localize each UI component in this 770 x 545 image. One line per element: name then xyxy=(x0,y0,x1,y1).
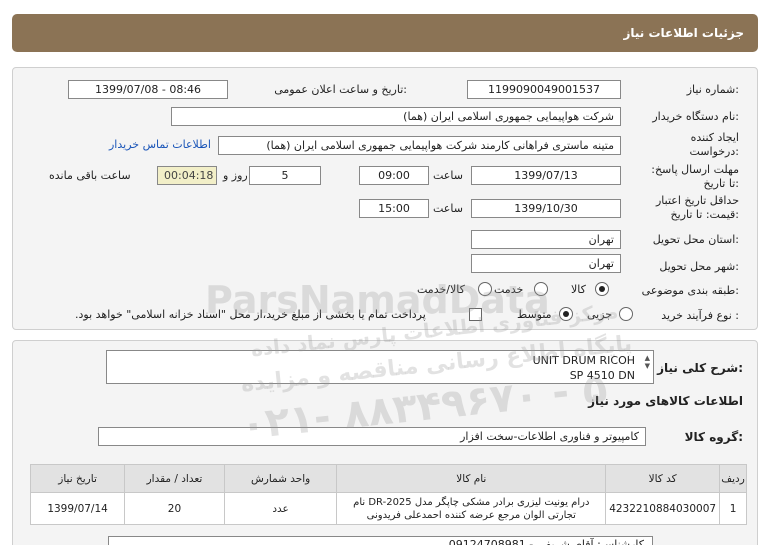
days-remaining-field: 5 xyxy=(249,166,321,185)
validity-time-field[interactable]: 15:00 xyxy=(359,199,429,218)
category-radio-goods[interactable] xyxy=(595,282,609,296)
deadline-time-field[interactable]: 09:00 xyxy=(359,166,429,185)
city-field[interactable]: تهران xyxy=(471,254,621,273)
general-desc-label: شرح کلی نیاز: xyxy=(657,361,743,375)
deadline-time-label: ساعت xyxy=(433,169,463,182)
need-number-field[interactable]: 1199090049001537 xyxy=(467,80,621,99)
process-option-minor: جزیی xyxy=(587,308,613,321)
creator-field[interactable]: متینه ماستری فراهانی کارمند شرکت هواپیما… xyxy=(218,136,621,155)
table-row[interactable]: 1 4232210884030007 درام یونیت لیزری براد… xyxy=(29,492,747,525)
process-radio-medium[interactable] xyxy=(559,307,573,321)
goods-table: ردیف کد کالا نام کالا واحد شمارش تعداد /… xyxy=(29,464,747,525)
item-qty: 20 xyxy=(124,492,225,525)
validity-date-field[interactable]: 1399/10/30 xyxy=(471,199,621,218)
validity-label: حداقل تاریخ اعتبار قیمت: تا تاریخ: xyxy=(655,194,739,221)
goods-group-label: گروه کالا: xyxy=(684,430,743,444)
validity-time-label: ساعت xyxy=(433,202,463,215)
col-row-header: ردیف xyxy=(719,464,747,493)
category-radio-service[interactable] xyxy=(534,282,548,296)
process-radio-minor[interactable] xyxy=(619,307,633,321)
buyer-contact-link[interactable]: اطلاعات تماس خریدار xyxy=(109,138,211,151)
treasury-checkbox[interactable] xyxy=(469,308,482,321)
deadline-date-field[interactable]: 1399/07/13 xyxy=(471,166,621,185)
category-option-service: خدمت xyxy=(494,283,524,296)
remaining-label: ساعت باقی مانده xyxy=(49,169,131,182)
goods-table-header: ردیف کد کالا نام کالا واحد شمارش تعداد /… xyxy=(29,464,747,493)
city-label: شهر محل تحویل: xyxy=(659,260,739,273)
category-option-goods-service: کالا/خدمت xyxy=(417,283,465,296)
process-label: نوع فرآیند خرید : xyxy=(661,309,739,322)
buyer-label: نام دستگاه خریدار: xyxy=(652,110,739,123)
province-field[interactable]: تهران xyxy=(471,230,621,249)
page-title: جزئیات اطلاعات نیاز xyxy=(623,26,744,40)
province-label: استان محل تحویل: xyxy=(652,233,739,246)
row-number: 1 xyxy=(719,492,747,525)
general-desc-text: UNIT DRUM RICOH SP 4510 DN xyxy=(532,354,635,382)
announce-field[interactable]: 1399/07/08 - 08:46 xyxy=(68,80,228,99)
buyer-field[interactable]: شرکت هواپیمایی جمهوری اسلامی ایران (هما) xyxy=(171,107,621,126)
days-label: روز و xyxy=(223,169,248,182)
general-desc-field[interactable]: UNIT DRUM RICOH SP 4510 DN ▲ ▼ xyxy=(106,350,654,384)
buyer-notes-field[interactable]: کارشناس: آقای شریفی - 09124708981 xyxy=(108,536,653,545)
page-header: جزئیات اطلاعات نیاز xyxy=(12,14,758,52)
need-number-label: شماره نیاز: xyxy=(686,83,739,96)
col-date-header: تاریخ نیاز xyxy=(29,464,126,493)
need-info-panel: شماره نیاز: 1199090049001537 تاریخ و ساع… xyxy=(12,67,758,330)
goods-group-field[interactable]: کامپیوتر و فناوری اطلاعات-سخت افزار xyxy=(98,427,646,446)
item-unit: عدد xyxy=(223,492,338,525)
item-name: درام یونیت لیزری برادر مشکی چاپگر مدل DR… xyxy=(336,492,607,525)
announce-label: تاریخ و ساعت اعلان عمومی: xyxy=(274,83,407,96)
goods-info-title: اطلاعات کالاهای مورد نیاز xyxy=(588,394,743,408)
process-option-medium: متوسط xyxy=(517,308,552,321)
scroll-arrows-icon[interactable]: ▲ ▼ xyxy=(645,354,650,370)
item-code: 4232210884030007 xyxy=(605,492,721,525)
category-label: طبقه بندی موضوعی: xyxy=(641,284,739,297)
category-radio-goods-service[interactable] xyxy=(478,282,492,296)
col-code-header: کد کالا xyxy=(605,464,721,493)
col-unit-header: واحد شمارش xyxy=(223,464,338,493)
item-date: 1399/07/14 xyxy=(29,492,126,525)
category-option-goods: کالا xyxy=(571,283,586,296)
need-detail-panel: شرح کلی نیاز: UNIT DRUM RICOH SP 4510 DN… xyxy=(12,340,758,545)
treasury-note: پرداخت تمام یا بخشی از مبلغ خرید،از محل … xyxy=(75,308,426,321)
col-name-header: نام کالا xyxy=(336,464,607,493)
deadline-label: مهلت ارسال پاسخ: تا تاریخ: xyxy=(651,163,739,190)
remaining-time-field: 00:04:18 xyxy=(157,166,217,185)
creator-label: ایجاد کننده درخواست: xyxy=(689,131,740,158)
col-qty-header: تعداد / مقدار xyxy=(124,464,225,493)
